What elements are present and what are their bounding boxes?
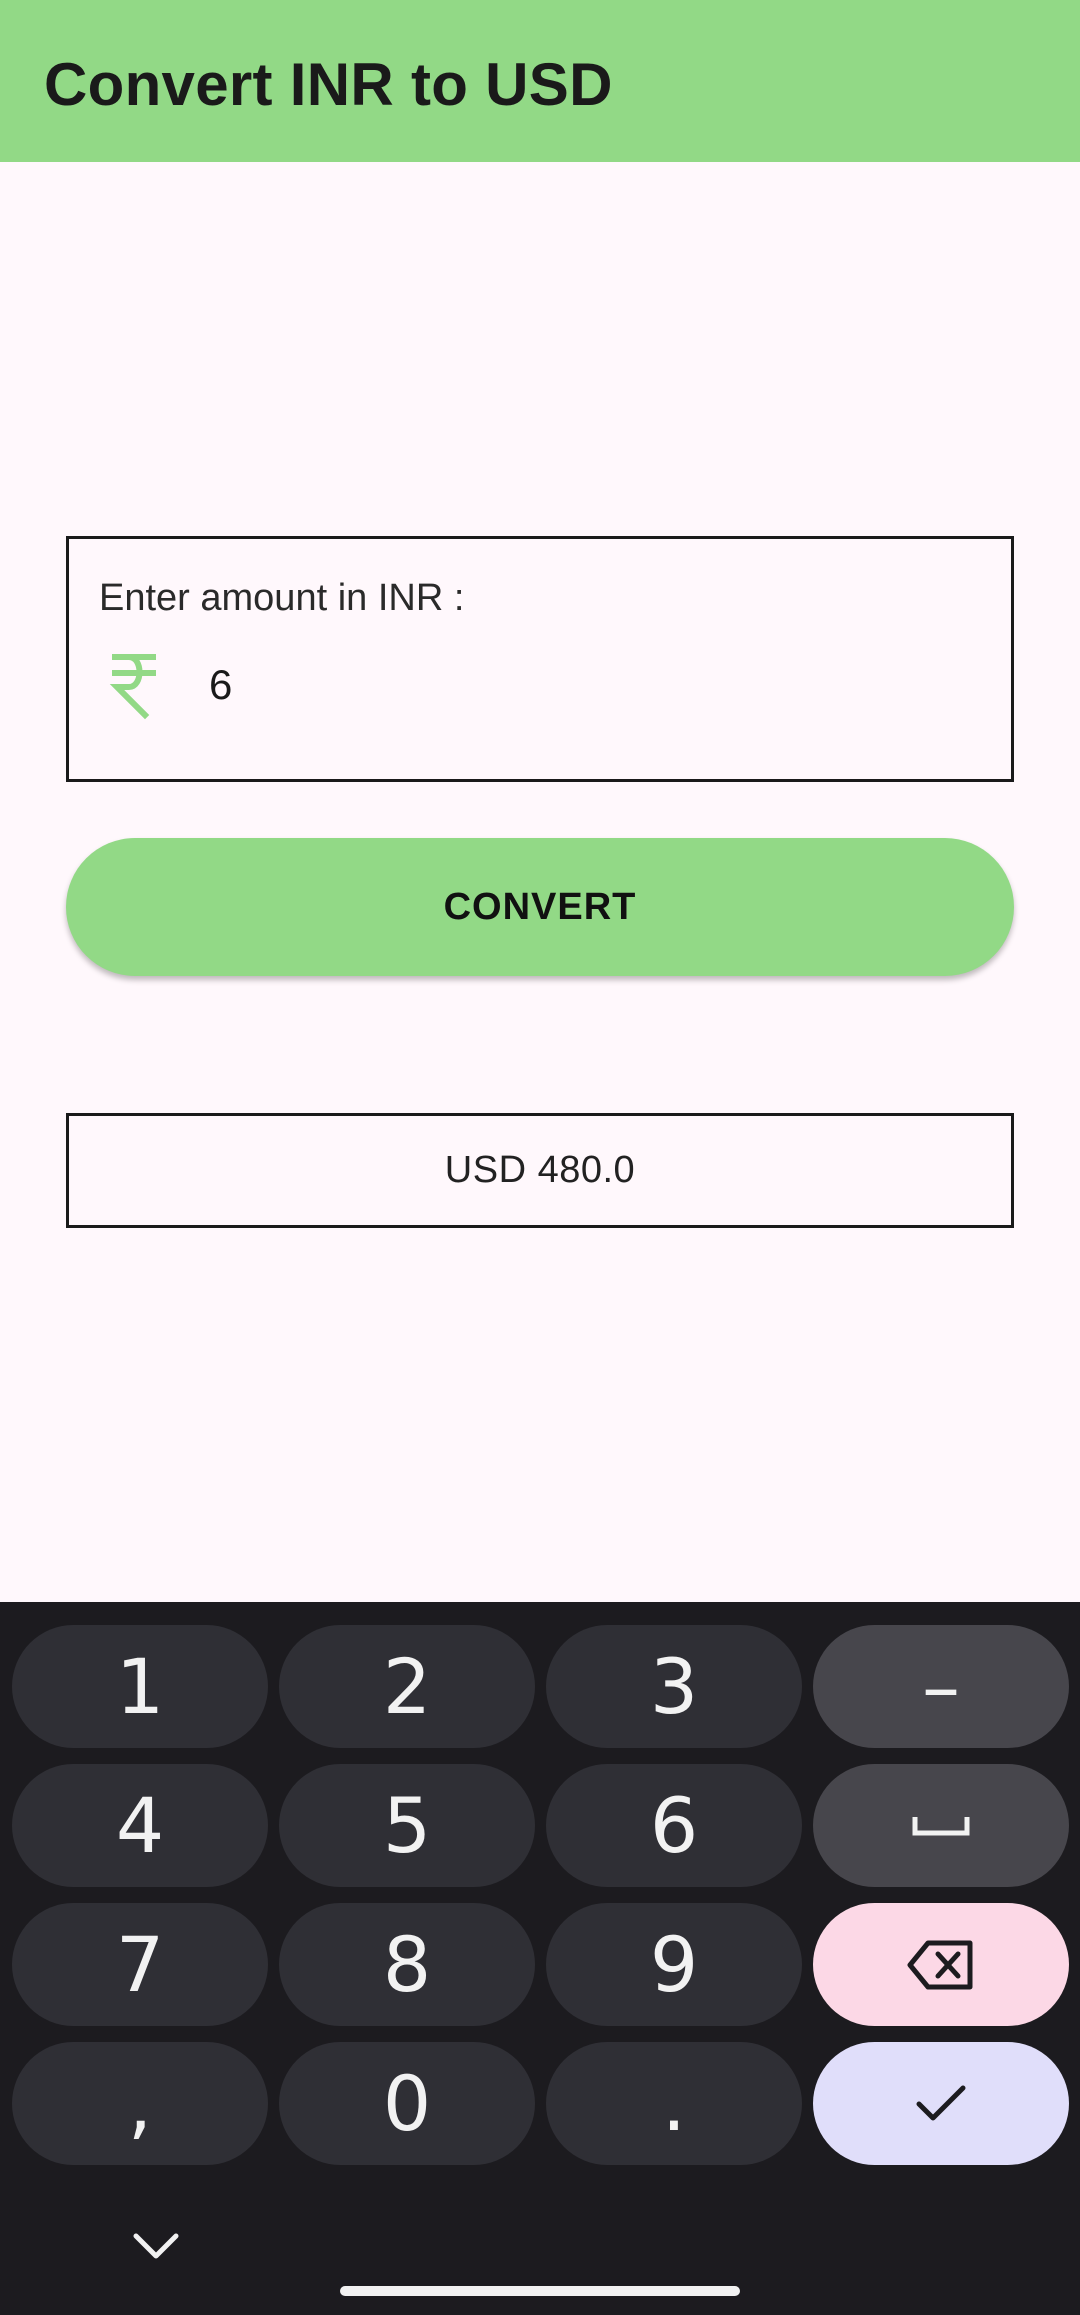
key-0[interactable]: 0 <box>279 2042 535 2165</box>
key-5[interactable]: 5 <box>279 1764 535 1887</box>
result-box: USD 480.0 <box>66 1113 1014 1228</box>
chevron-down-icon <box>133 2233 179 2259</box>
rupee-icon <box>109 651 159 721</box>
key-space[interactable] <box>813 1764 1069 1887</box>
key-6[interactable]: 6 <box>546 1764 802 1887</box>
key-comma[interactable]: , <box>12 2042 268 2165</box>
app-bar: Convert INR to USD <box>0 0 1080 162</box>
key-4[interactable]: 4 <box>12 1764 268 1887</box>
keyboard-collapse-button[interactable] <box>130 2228 182 2264</box>
result-text: USD 480.0 <box>444 1149 636 1191</box>
convert-button[interactable]: CONVERT <box>66 838 1014 976</box>
space-icon <box>912 1816 970 1835</box>
backspace-icon <box>907 1940 973 1989</box>
key-3[interactable]: 3 <box>546 1625 802 1748</box>
amount-input-card[interactable]: Enter amount in INR : 6 <box>66 536 1014 782</box>
amount-input-label: Enter amount in INR : <box>99 577 465 619</box>
key-9[interactable]: 9 <box>546 1903 802 2026</box>
key-2[interactable]: 2 <box>279 1625 535 1748</box>
convert-button-label: CONVERT <box>443 885 637 928</box>
check-icon <box>916 2085 966 2120</box>
key-done[interactable] <box>813 2042 1069 2165</box>
page-title: Convert INR to USD <box>44 51 613 118</box>
key-1[interactable]: 1 <box>12 1625 268 1748</box>
key-minus[interactable]: – <box>813 1625 1069 1748</box>
key-8[interactable]: 8 <box>279 1903 535 2026</box>
key-7[interactable]: 7 <box>12 1903 268 2026</box>
home-indicator[interactable] <box>340 2286 740 2296</box>
amount-input[interactable]: 6 <box>209 661 232 709</box>
key-backspace[interactable] <box>813 1903 1069 2026</box>
key-period[interactable]: . <box>546 2042 802 2165</box>
